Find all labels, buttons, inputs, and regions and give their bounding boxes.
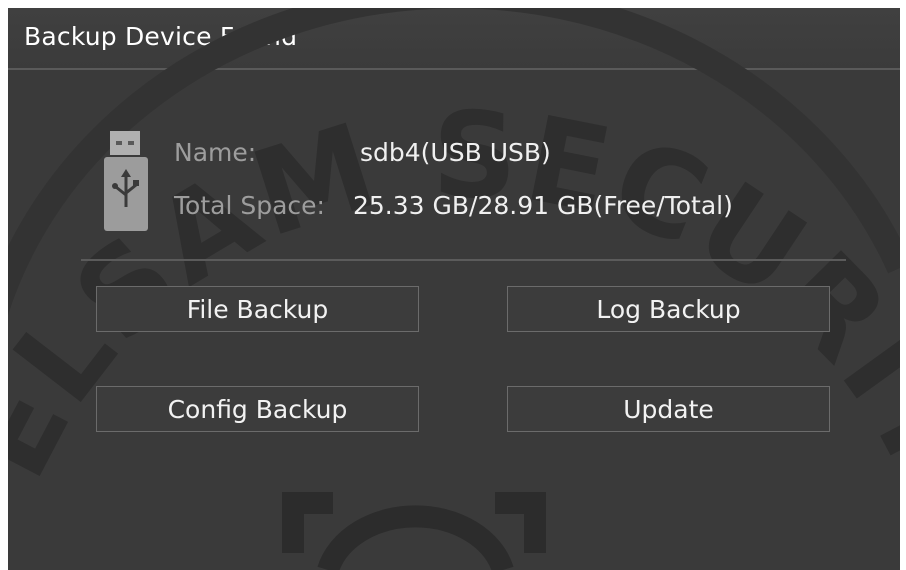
total-space-value: 25.33 GB/28.91 GB(Free/Total) [353,191,733,220]
section-divider [81,259,846,261]
total-space-label: Total Space: [174,191,325,220]
update-button[interactable]: Update [507,386,830,432]
config-backup-button[interactable]: Config Backup [96,386,419,432]
device-name-value: sdb4(USB USB) [360,138,551,167]
usb-drive-icon [104,131,148,231]
log-backup-button[interactable]: Log Backup [507,286,830,332]
backup-device-dialog: Backup Device Found ELSAM SECURITY Name:… [8,8,900,570]
file-backup-button[interactable]: File Backup [96,286,419,332]
device-name-label: Name: [174,138,257,167]
